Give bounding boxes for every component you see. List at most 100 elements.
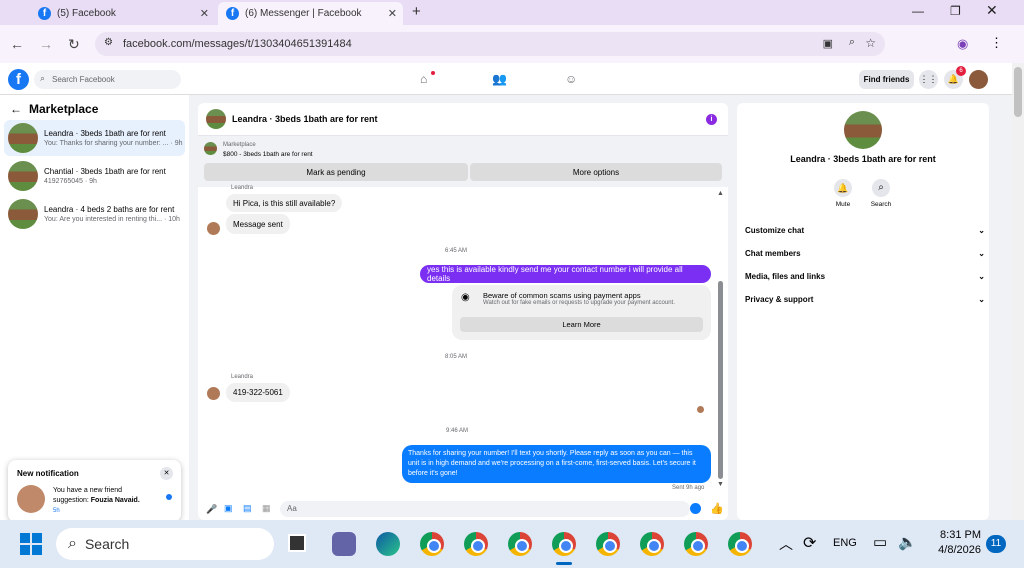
received-message[interactable]: Hi Pica, is this still available? [226,194,343,212]
volume-icon[interactable]: 🔈 [898,533,917,551]
marketplace-sidebar: ← Marketplace Leandra · 3beds 1bath are … [0,95,189,522]
close-icon[interactable]: ✕ [388,7,397,20]
chat-members-row[interactable]: Chat members ⌄ [745,249,985,258]
sent-message[interactable]: yes this is available kindly send me you… [420,265,711,283]
scrollbar-thumb[interactable] [1014,67,1022,117]
menu-dots-icon[interactable]: ⋮ [990,35,1003,51]
sticker-icon[interactable]: ▤ [243,503,252,514]
chrome-profile-icon[interactable] [508,532,532,556]
chevron-down-icon: ⌄ [978,295,985,304]
info-icon[interactable]: i [706,114,717,125]
forward-icon[interactable]: → [39,36,53,52]
task-view-icon[interactable] [288,534,306,552]
conversation-title: Leandra · 4 beds 2 baths are for rent [44,205,175,214]
marketplace-title: Marketplace [29,102,99,116]
conversation-preview: 4192765045 · 9h [44,178,97,185]
chrome-profile-icon[interactable] [464,532,488,556]
profile-icon[interactable]: ◉ [957,36,968,52]
microphone-icon[interactable]: 🎤 [206,504,217,515]
chrome-profile-icon[interactable] [640,532,664,556]
conversation-item[interactable]: Chantial · 3beds 1bath are for rent 4192… [4,158,185,194]
home-icon[interactable]: ⌂ [420,72,427,86]
minimize-icon[interactable]: — [912,4,924,18]
home-notification-dot [431,71,435,75]
scroll-down-icon[interactable]: ▼ [717,481,724,488]
chat-header-title[interactable]: Leandra · 3beds 1bath are for rent [232,114,378,124]
avatar [17,485,45,513]
sender-name: Leandra [231,185,254,191]
scrollbar[interactable] [718,281,723,479]
notification-count-badge[interactable]: 11 [986,535,1006,553]
tab-messenger[interactable]: f (6) Messenger | Facebook ✕ [218,2,403,25]
mute-bell-icon[interactable]: 🔔 [834,179,852,197]
language-indicator[interactable]: ENG [833,537,857,549]
close-icon[interactable]: ✕ [200,7,209,20]
close-icon[interactable]: ✕ [160,467,173,480]
read-receipt-avatar [697,406,704,413]
received-message[interactable]: 419-322-5061 [226,383,290,402]
window-close-icon[interactable]: ✕ [986,2,998,19]
gif-icon[interactable]: ▦ [262,503,271,514]
teams-icon[interactable] [332,532,356,556]
display-icon[interactable]: ▭ [873,533,887,551]
new-notification-toast[interactable]: New notification ✕ You have a new friend… [8,460,181,522]
reload-icon[interactable]: ↻ [68,36,80,53]
listing-thumbnail [844,111,882,149]
site-info-icon[interactable]: ⚙ [104,37,113,48]
clock[interactable]: 8:31 PM 4/8/2026 [933,529,981,556]
chrome-profile-icon[interactable] [596,532,620,556]
timestamp: 9:46 AM [446,428,469,434]
menu-grid-icon[interactable]: ⋮⋮ [919,70,938,89]
tab-facebook[interactable]: f (5) Facebook ✕ [30,2,215,25]
facebook-icon: f [38,7,51,20]
chevron-down-icon: ⌄ [978,226,985,235]
chat-panel: Leandra · 3beds 1bath are for rent i Mar… [198,103,728,520]
find-friends-button[interactable]: Find friends [859,70,914,89]
chrome-profile-active-icon[interactable] [552,532,576,556]
chrome-profile-icon[interactable] [684,532,708,556]
notification-time: 5h [53,508,60,514]
conversation-item[interactable]: Leandra · 4 beds 2 baths are for rent Yo… [4,196,185,232]
learn-more-button[interactable]: Learn More [460,317,703,332]
back-arrow-icon[interactable]: ← [10,102,22,116]
like-icon[interactable]: 👍 [710,502,724,515]
page-scrollbar[interactable] [1012,63,1024,520]
back-icon[interactable]: ← [10,36,24,52]
avatar[interactable] [969,70,988,89]
customize-chat-row[interactable]: Customize chat ⌄ [745,226,985,235]
more-options-button[interactable]: More options [470,163,722,181]
scroll-up-icon[interactable]: ▲ [717,190,724,197]
url-field[interactable]: ⚙ facebook.com/messages/t/13034046513914… [95,32,885,56]
zoom-icon[interactable]: ⌕ [849,36,855,49]
media-files-links-row[interactable]: Media, files and links ⌄ [745,272,985,281]
mark-as-pending-button[interactable]: Mark as pending [204,163,468,181]
privacy-support-row[interactable]: Privacy & support ⌄ [745,295,985,304]
message-input[interactable]: Aa [280,501,690,517]
section-label: Customize chat [745,226,805,235]
friends-icon[interactable]: 👥 [492,72,507,86]
sent-message[interactable]: Thanks for sharing your number! I'll tex… [402,445,711,483]
install-icon[interactable]: ▣ [823,37,833,50]
received-message[interactable]: Message sent [226,214,290,234]
groups-icon[interactable]: ☺ [565,72,577,86]
browser-tab-bar: f (5) Facebook ✕ f (6) Messenger | Faceb… [0,0,1024,25]
address-bar-row: ← → ↻ ⚙ facebook.com/messages/t/13034046… [0,25,1024,63]
edge-icon[interactable] [376,532,400,556]
conversation-item[interactable]: Leandra · 3beds 1bath are for rent You: … [4,120,185,156]
facebook-logo-icon[interactable]: f [8,69,29,90]
windows-start-icon[interactable] [20,533,42,555]
chrome-icon[interactable] [420,532,444,556]
restore-icon[interactable]: ❐ [950,4,961,18]
listing-label: Marketplace [223,142,256,148]
new-tab-icon[interactable]: + [412,3,421,20]
search-icon[interactable]: ⌕ [872,179,890,197]
chrome-profile-icon[interactable] [728,532,752,556]
taskbar-search-box[interactable]: ⌕ Search [56,528,274,560]
facebook-icon: f [226,7,239,20]
facebook-search-input[interactable]: ⌕ Search Facebook [34,70,181,89]
chevron-up-icon[interactable]: ︿ [779,534,793,554]
emoji-icon[interactable] [690,503,701,514]
image-icon[interactable]: ▣ [224,503,233,514]
bookmark-star-icon[interactable]: ☆ [865,36,876,50]
sync-icon[interactable]: ⟳ [803,533,816,553]
